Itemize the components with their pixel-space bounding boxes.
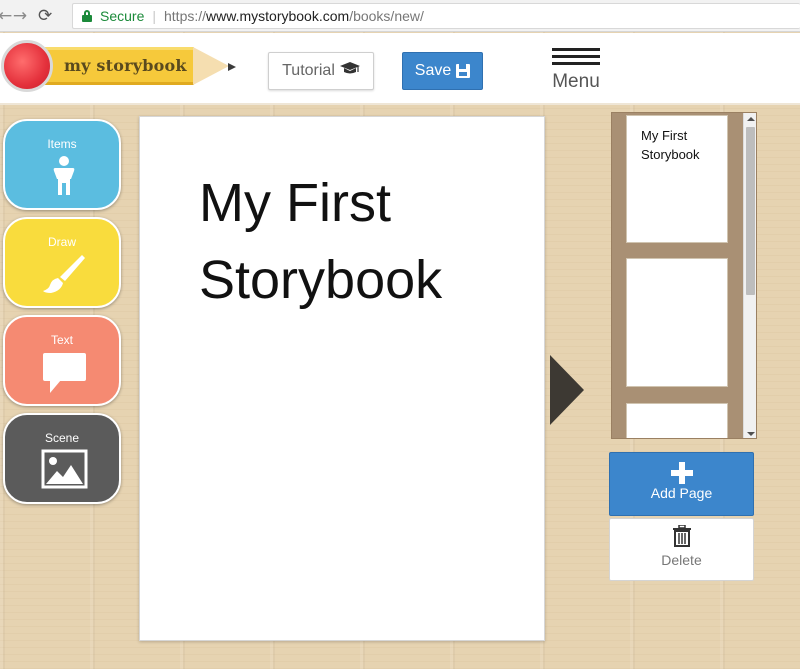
save-button[interactable]: Save xyxy=(402,52,483,90)
scene-tool-button[interactable]: Scene xyxy=(3,413,121,504)
menu-button[interactable]: Menu xyxy=(549,46,603,98)
address-separator: | xyxy=(152,8,156,24)
thumbnail-scrollbar[interactable] xyxy=(743,113,756,438)
text-label: Text xyxy=(50,333,73,347)
scroll-up-icon[interactable] xyxy=(747,117,755,121)
forward-icon[interactable]: → xyxy=(8,6,32,26)
eraser-icon xyxy=(1,40,53,92)
scrollbar-thumb[interactable] xyxy=(746,127,755,295)
plus-icon xyxy=(671,462,693,484)
tutorial-button[interactable]: Tutorial xyxy=(268,52,374,90)
add-page-button[interactable]: Add Page xyxy=(609,452,754,516)
graduation-cap-icon xyxy=(339,61,360,81)
draw-label: Draw xyxy=(47,235,76,249)
menu-label: Menu xyxy=(552,71,600,92)
url-path: /books/new/ xyxy=(349,8,424,24)
items-label: Items xyxy=(47,137,77,151)
page-canvas[interactable]: My First Storybook xyxy=(139,116,545,641)
image-icon xyxy=(5,449,119,493)
reload-icon[interactable]: ⟳ xyxy=(38,6,52,26)
person-icon xyxy=(5,155,119,199)
pencil-lead xyxy=(228,63,236,71)
scroll-down-icon[interactable] xyxy=(747,432,755,436)
hamburger-line xyxy=(552,55,600,58)
address-bar[interactable]: Secure | https://www.mystorybook.com/boo… xyxy=(72,3,800,29)
scene-label: Scene xyxy=(44,431,80,445)
floppy-disk-icon xyxy=(456,64,471,78)
logo[interactable]: my storybook xyxy=(0,39,240,95)
save-label: Save xyxy=(414,62,452,79)
next-arrow-icon[interactable] xyxy=(550,355,584,425)
browser-bar: ← → ⟳ Secure | https://www.mystorybook.c… xyxy=(0,0,800,32)
page-thumbnail[interactable] xyxy=(626,403,728,438)
hamburger-icon xyxy=(552,48,600,51)
page-thumbnail[interactable]: My First Storybook xyxy=(626,115,728,243)
url-host: www.mystorybook.com xyxy=(206,8,350,24)
hamburger-line xyxy=(552,62,600,65)
paintbrush-icon xyxy=(5,253,119,297)
add-page-label: Add Page xyxy=(650,485,713,501)
items-tool-button[interactable]: Items xyxy=(3,119,121,210)
page-thumbnails-panel: My First Storybook xyxy=(611,112,757,439)
thumbnail-title: My First Storybook xyxy=(641,128,700,162)
speech-bubble-icon xyxy=(5,351,119,395)
back-icon[interactable]: ← xyxy=(0,6,12,26)
thumbnail-list: My First Storybook xyxy=(626,113,742,438)
logo-text: my storybook xyxy=(64,56,187,75)
text-tool-button[interactable]: Text xyxy=(3,315,121,406)
pencil-tip xyxy=(193,47,229,85)
delete-page-button[interactable]: Delete xyxy=(609,518,754,581)
trash-icon xyxy=(672,524,692,547)
page-thumbnail[interactable] xyxy=(626,258,728,387)
draw-tool-button[interactable]: Draw xyxy=(3,217,121,308)
tutorial-label: Tutorial xyxy=(282,62,335,79)
page-title-text[interactable]: My First Storybook xyxy=(199,165,529,319)
app-header: my storybook Tutorial Save Menu xyxy=(0,33,800,105)
delete-label: Delete xyxy=(661,552,702,568)
lock-icon xyxy=(82,10,92,22)
url-protocol: https:// xyxy=(164,8,207,24)
secure-label: Secure xyxy=(100,8,145,24)
